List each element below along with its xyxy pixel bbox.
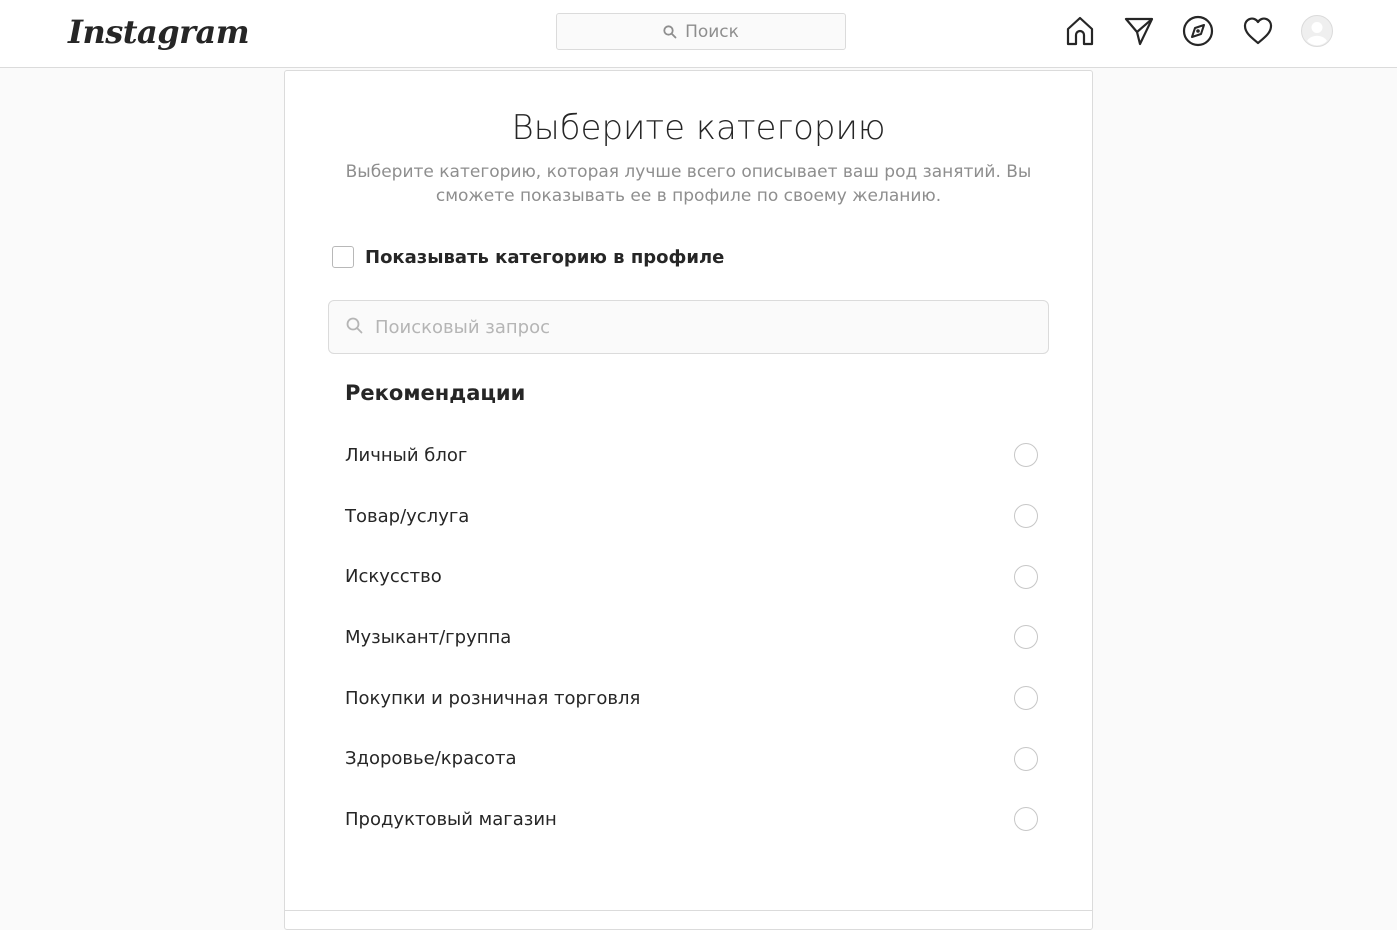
- category-item[interactable]: Здоровье/красота: [345, 728, 1045, 789]
- show-category-toggle[interactable]: Показывать категорию в профиле: [332, 244, 724, 270]
- top-search-placeholder: Поиск: [685, 21, 739, 42]
- category-item[interactable]: Продуктовый магазин: [345, 789, 1045, 850]
- category-radio[interactable]: [1014, 504, 1038, 529]
- category-label: Здоровье/красота: [345, 748, 517, 770]
- category-item[interactable]: Покупки и розничная торговля: [345, 668, 1045, 729]
- profile-avatar[interactable]: [1300, 14, 1334, 48]
- category-radio[interactable]: [1014, 686, 1038, 711]
- category-list: Личный блог Товар/услуга Искусство Музык…: [345, 425, 1045, 850]
- card-divider: [285, 910, 1092, 911]
- page-subtitle: Выберите категорию, которая лучше всего …: [345, 162, 1032, 206]
- direct-messages-icon[interactable]: [1122, 14, 1156, 48]
- category-radio[interactable]: [1014, 625, 1038, 650]
- recommendations-heading: Рекомендации: [345, 381, 526, 405]
- category-search-field[interactable]: [328, 300, 1049, 354]
- explore-compass-icon[interactable]: [1181, 14, 1215, 48]
- show-category-checkbox[interactable]: [332, 246, 354, 268]
- top-search-field[interactable]: Поиск: [556, 13, 846, 50]
- category-item[interactable]: Музыкант/группа: [345, 607, 1045, 668]
- category-item[interactable]: Товар/услуга: [345, 486, 1045, 547]
- category-label: Покупки и розничная торговля: [345, 687, 641, 709]
- category-radio[interactable]: [1014, 746, 1038, 771]
- page-title: Выберите категорию: [511, 108, 886, 148]
- category-search-input[interactable]: [375, 316, 1015, 338]
- category-label: Личный блог: [345, 444, 468, 466]
- category-label: Товар/услуга: [345, 505, 470, 527]
- category-radio[interactable]: [1014, 564, 1038, 589]
- category-radio[interactable]: [1014, 443, 1038, 468]
- heart-activity-icon[interactable]: [1241, 14, 1275, 48]
- category-label: Продуктовый магазин: [345, 808, 557, 830]
- category-item[interactable]: Искусство: [345, 546, 1045, 607]
- search-icon: [663, 24, 677, 39]
- home-icon[interactable]: [1063, 14, 1097, 48]
- category-item[interactable]: Личный блог: [345, 425, 1045, 486]
- instagram-logo[interactable]: Instagram: [68, 10, 250, 58]
- search-icon: [346, 317, 363, 338]
- show-category-label: Показывать категорию в профиле: [365, 246, 725, 268]
- top-navigation-bar: Instagram Поиск: [0, 0, 1397, 68]
- category-label: Музыкант/группа: [345, 626, 512, 648]
- category-label: Искусство: [345, 566, 442, 588]
- category-radio[interactable]: [1014, 807, 1038, 832]
